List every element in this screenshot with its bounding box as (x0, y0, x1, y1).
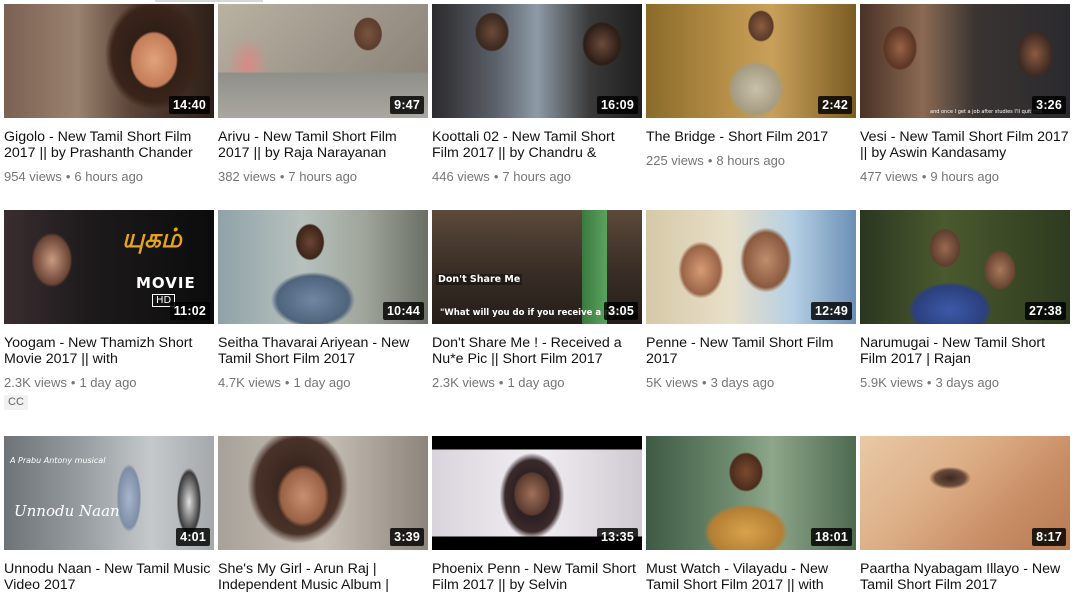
duration-badge: 3:39 (390, 528, 424, 546)
video-card[interactable]: 18:01 Must Watch - Vilayadu - New Tamil … (646, 436, 856, 593)
video-title[interactable]: Vesi - New Tamil Short Film 2017 || by A… (860, 129, 1070, 161)
dont-share-overlay: Don't Share Me (436, 274, 523, 285)
video-card[interactable]: 2:42 The Bridge - Short Film 2017 225 vi… (646, 4, 856, 169)
view-count: 2.3K views (4, 375, 67, 390)
video-thumbnail[interactable]: 2:42 (646, 4, 856, 118)
video-title[interactable]: Yoogam - New Thamizh Short Movie 2017 ||… (4, 335, 214, 367)
video-grid: 14:40 Gigolo - New Tamil Short Film 2017… (0, 0, 1074, 600)
video-title[interactable]: Arivu - New Tamil Short Film 2017 || by … (218, 129, 428, 161)
video-thumbnail[interactable]: யுகம் MOVIE HD 11:02 (4, 210, 214, 324)
video-thumbnail[interactable]: 14:40 (4, 4, 214, 118)
video-card[interactable]: A Prabu Antony musical Unnodu Naan 4:01 … (4, 436, 214, 593)
duration-badge: 4:01 (176, 528, 210, 546)
video-title[interactable]: She's My Girl - Arun Raj | Independent M… (218, 561, 428, 593)
video-card[interactable]: 13:35 Phoenix Penn - New Tamil Short Fil… (432, 436, 642, 593)
video-meta: 446 views • 7 hours ago (432, 169, 572, 184)
video-thumbnail[interactable]: 10:44 (218, 210, 428, 324)
video-title[interactable]: Seitha Thavarai Ariyean - New Tamil Shor… (218, 335, 428, 367)
upload-age: 7 hours ago (502, 169, 572, 184)
upload-age: 6 hours ago (74, 169, 144, 184)
scroll-indicator (155, 0, 263, 2)
video-title[interactable]: Paartha Nyabagam Illayo - New Tamil Shor… (860, 561, 1070, 593)
video-meta: 5.9K views • 3 days ago (860, 375, 1000, 390)
upload-age: 3 days ago (710, 375, 775, 390)
video-meta: 477 views • 9 hours ago (860, 169, 1000, 184)
view-count: 5K views (646, 375, 699, 390)
upload-age: 9 hours ago (930, 169, 1000, 184)
video-card[interactable]: 9:47 Arivu - New Tamil Short Film 2017 |… (218, 4, 428, 185)
duration-badge: 10:44 (383, 302, 424, 320)
view-count: 382 views (218, 169, 276, 184)
video-card[interactable]: யுகம் MOVIE HD 11:02 Yoogam - New Thamiz… (4, 210, 214, 410)
view-count: 5.9K views (860, 375, 923, 390)
view-count: 2.3K views (432, 375, 495, 390)
duration-badge: 9:47 (390, 96, 424, 114)
duration-badge: 27:38 (1025, 302, 1066, 320)
video-card[interactable]: 12:49 Penne - New Tamil Short Film 2017 … (646, 210, 856, 391)
duration-badge: 16:09 (597, 96, 638, 114)
video-title[interactable]: Unnodu Naan - New Tamil Music Video 2017 (4, 561, 214, 593)
video-thumbnail[interactable]: 9:47 (218, 4, 428, 118)
upload-age: 8 hours ago (716, 153, 786, 168)
duration-badge: 18:01 (811, 528, 852, 546)
duration-badge: 3:05 (604, 302, 638, 320)
view-count: 225 views (646, 153, 704, 168)
video-card[interactable]: and once I get a job after studies I'll … (860, 4, 1070, 185)
duration-badge: 3:26 (1032, 96, 1066, 114)
view-count: 954 views (4, 169, 62, 184)
video-card[interactable]: 3:39 She's My Girl - Arun Raj | Independ… (218, 436, 428, 593)
video-meta: 954 views • 6 hours ago (4, 169, 144, 184)
upload-age: 7 hours ago (288, 169, 358, 184)
video-card[interactable]: 27:38 Narumugai - New Tamil Short Film 2… (860, 210, 1070, 391)
subtitle-overlay: and once I get a job after studies I'll … (930, 109, 1044, 115)
movie-label: MOVIE (136, 274, 196, 292)
upload-age: 1 day ago (293, 375, 351, 390)
video-meta: 4.7K views • 1 day ago (218, 375, 351, 390)
video-thumbnail[interactable]: 27:38 (860, 210, 1070, 324)
video-meta: 2.3K views • 1 day ago (4, 375, 137, 390)
video-title[interactable]: Must Watch - Vilayadu - New Tamil Short … (646, 561, 856, 593)
duration-badge: 12:49 (811, 302, 852, 320)
video-thumbnail[interactable]: 13:35 (432, 436, 642, 550)
tamil-title-logo: யுகம் (122, 224, 182, 254)
video-thumbnail[interactable]: A Prabu Antony musical Unnodu Naan 4:01 (4, 436, 214, 550)
video-title[interactable]: Penne - New Tamil Short Film 2017 (646, 335, 856, 367)
video-thumbnail[interactable]: Don't Share Me "What will you do if you … (432, 210, 642, 324)
video-title[interactable]: Don't Share Me ! - Received a Nu*e Pic |… (432, 335, 642, 367)
video-title[interactable]: Narumugai - New Tamil Short Film 2017 | … (860, 335, 1070, 367)
credit-overlay: A Prabu Antony musical (10, 456, 106, 465)
video-thumbnail[interactable]: 8:17 (860, 436, 1070, 550)
duration-badge: 2:42 (818, 96, 852, 114)
duration-badge: 14:40 (169, 96, 210, 114)
duration-badge: 13:35 (597, 528, 638, 546)
title-logo: Unnodu Naan (14, 502, 120, 520)
upload-age: 1 day ago (507, 375, 565, 390)
duration-badge: 11:02 (169, 302, 210, 320)
video-card[interactable]: 10:44 Seitha Thavarai Ariyean - New Tami… (218, 210, 428, 391)
video-thumbnail[interactable]: and once I get a job after studies I'll … (860, 4, 1070, 118)
video-meta: 382 views • 7 hours ago (218, 169, 358, 184)
cc-badge: CC (4, 395, 28, 410)
video-card[interactable]: 8:17 Paartha Nyabagam Illayo - New Tamil… (860, 436, 1070, 593)
video-card[interactable]: Don't Share Me "What will you do if you … (432, 210, 642, 391)
upload-age: 1 day ago (79, 375, 137, 390)
video-thumbnail[interactable]: 18:01 (646, 436, 856, 550)
view-count: 446 views (432, 169, 490, 184)
upload-age: 3 days ago (935, 375, 1000, 390)
video-title[interactable]: Koottali 02 - New Tamil Short Film 2017 … (432, 129, 642, 161)
video-thumbnail[interactable]: 12:49 (646, 210, 856, 324)
duration-badge: 8:17 (1032, 528, 1066, 546)
video-meta: 225 views • 8 hours ago (646, 153, 786, 168)
video-thumbnail[interactable]: 3:39 (218, 436, 428, 550)
video-meta: 2.3K views • 1 day ago (432, 375, 565, 390)
video-title[interactable]: Phoenix Penn - New Tamil Short Film 2017… (432, 561, 642, 593)
view-count: 477 views (860, 169, 918, 184)
video-card[interactable]: 14:40 Gigolo - New Tamil Short Film 2017… (4, 4, 214, 185)
video-meta: 5K views • 3 days ago (646, 375, 775, 390)
video-title[interactable]: Gigolo - New Tamil Short Film 2017 || by… (4, 129, 214, 161)
video-title[interactable]: The Bridge - Short Film 2017 (646, 129, 856, 145)
video-thumbnail[interactable]: 16:09 (432, 4, 642, 118)
video-card[interactable]: 16:09 Koottali 02 - New Tamil Short Film… (432, 4, 642, 185)
view-count: 4.7K views (218, 375, 281, 390)
